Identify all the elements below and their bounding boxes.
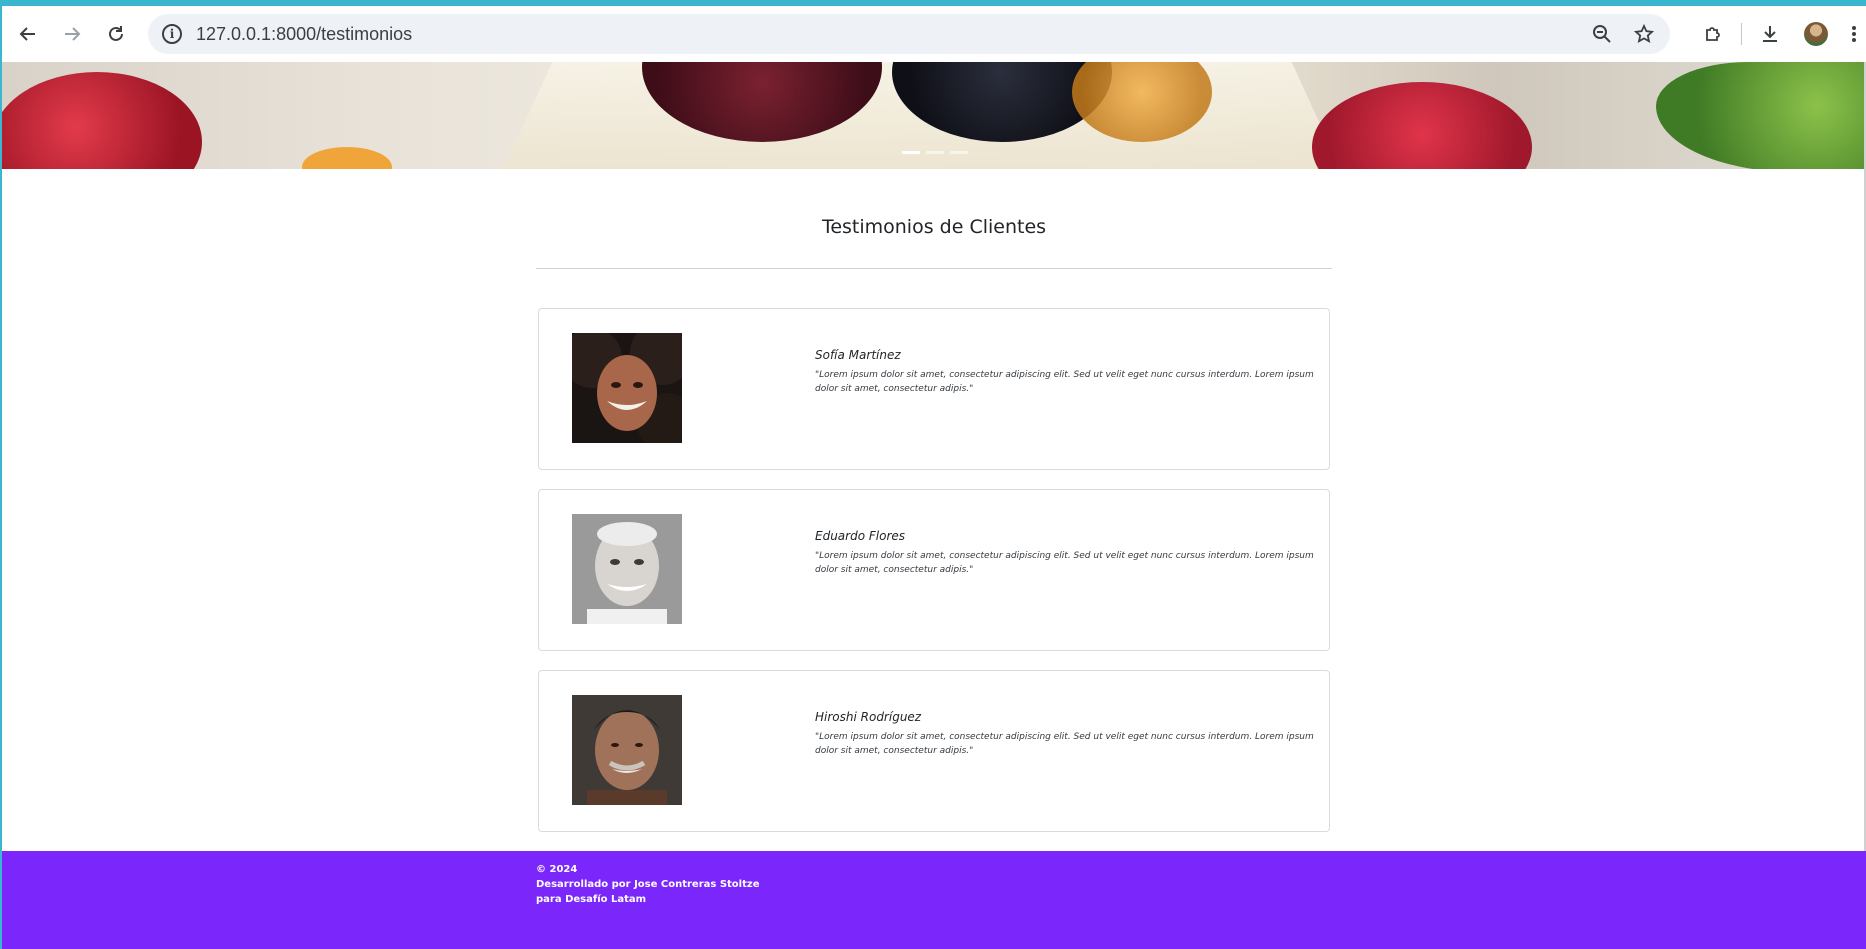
- browser-toolbar: i 127.0.0.1:8000/testimonios: [2, 6, 1866, 62]
- zoom-icon[interactable]: [1592, 24, 1612, 44]
- hero-raspberry: [2, 72, 202, 169]
- testimonial-name: Sofía Martínez: [815, 348, 901, 362]
- downloads-button[interactable]: [1750, 14, 1790, 54]
- download-icon: [1763, 26, 1777, 42]
- bookmark-star-icon[interactable]: [1634, 24, 1654, 44]
- address-bar[interactable]: i 127.0.0.1:8000/testimonios: [148, 14, 1670, 54]
- back-arrow-icon: [19, 27, 35, 41]
- testimonial-name: Eduardo Flores: [815, 529, 906, 543]
- profile-avatar[interactable]: [1804, 22, 1828, 46]
- testimonial-quote: "Lorem ipsum dolor sit amet, consectetur…: [815, 370, 1314, 394]
- page-footer: © 2024 Desarrollado por Jose Contreras S…: [2, 851, 1866, 949]
- reload-icon: [109, 26, 123, 41]
- title-divider: [536, 268, 1332, 269]
- testimonial-name: Hiroshi Rodríguez: [815, 710, 922, 724]
- hero-orange: [302, 147, 392, 169]
- testimonial-photo: [572, 333, 682, 443]
- forward-arrow-icon: [65, 27, 81, 41]
- hero-mint-leaf: [1656, 62, 1866, 169]
- carousel-indicator-3[interactable]: [950, 151, 968, 154]
- extensions-button[interactable]: [1693, 14, 1733, 54]
- testimonial-card: Sofía Martínez "Lorem ipsum dolor sit am…: [538, 308, 1330, 470]
- footer-organization: para Desafío Latam: [536, 894, 647, 905]
- footer-text: © 2024 Desarrollado por Jose Contreras S…: [536, 862, 759, 907]
- testimonial-quote: "Lorem ipsum dolor sit amet, consectetur…: [815, 551, 1314, 575]
- testimonial-photo: [572, 695, 682, 805]
- url-text[interactable]: 127.0.0.1:8000/testimonios: [196, 24, 412, 45]
- testimonial-card: Hiroshi Rodríguez "Lorem ipsum dolor sit…: [538, 670, 1330, 832]
- forward-button[interactable]: [50, 12, 94, 56]
- browser-window: i 127.0.0.1:8000/testimonios Testimonios…: [0, 0, 1866, 949]
- reload-button[interactable]: [94, 12, 138, 56]
- hero-raspberry-right: [1312, 82, 1532, 169]
- footer-copyright: © 2024: [536, 864, 578, 875]
- back-button[interactable]: [6, 12, 50, 56]
- site-info-icon[interactable]: i: [162, 24, 182, 44]
- hero-carousel: [2, 62, 1866, 169]
- footer-developer: Desarrollado por Jose Contreras Stoltze: [536, 879, 760, 890]
- toolbar-divider: [1741, 23, 1742, 45]
- more-menu-icon: [1852, 26, 1856, 42]
- carousel-indicators: [902, 151, 968, 154]
- more-menu-button[interactable]: [1842, 14, 1866, 54]
- carousel-indicator-2[interactable]: [926, 151, 944, 154]
- extensions-icon: [1706, 27, 1720, 41]
- testimonial-card: Eduardo Flores "Lorem ipsum dolor sit am…: [538, 489, 1330, 651]
- testimonial-quote: "Lorem ipsum dolor sit amet, consectetur…: [815, 732, 1314, 756]
- testimonial-photo: [572, 514, 682, 624]
- page-title: Testimonios de Clientes: [821, 216, 1047, 238]
- carousel-indicator-1[interactable]: [902, 151, 920, 154]
